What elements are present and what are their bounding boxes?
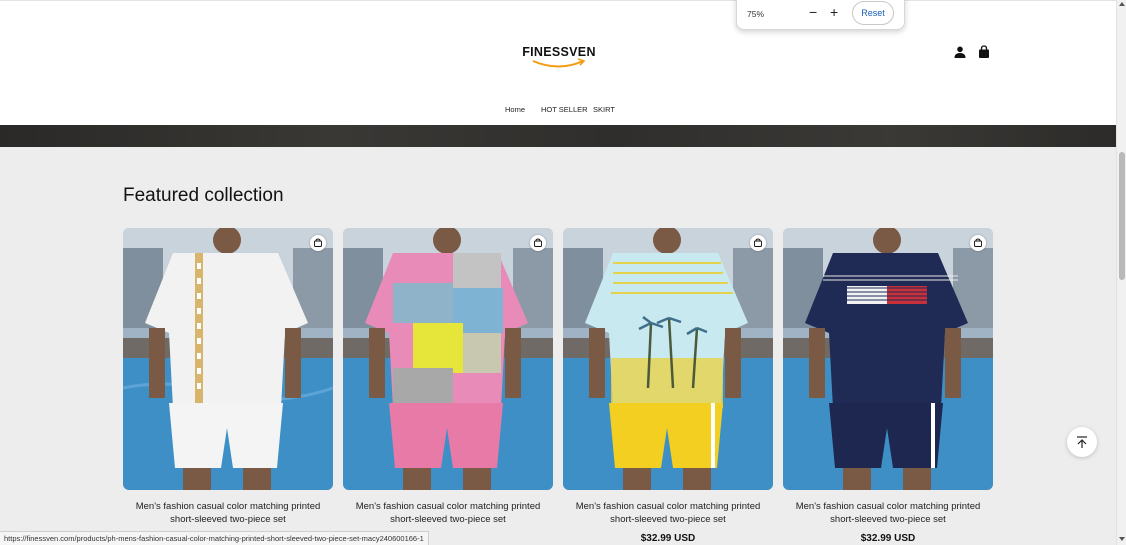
nav-item-skirt[interactable]: SKIRT [593, 105, 615, 114]
product-image[interactable] [123, 228, 333, 490]
shopping-bag-icon [974, 238, 982, 247]
zoom-popup: 75% − + Reset [736, 0, 905, 30]
link-status-bar: https://finessven.com/products/ph-mens-f… [0, 531, 429, 545]
nav-item-home[interactable]: Home [505, 105, 525, 114]
product-title[interactable]: Men's fashion casual color matching prin… [123, 500, 333, 526]
page-scrollbar[interactable] [1116, 0, 1126, 545]
site-header: FINESSVEN Home HOT SELLER SKIRT [0, 0, 1116, 125]
quick-add-button[interactable] [970, 235, 986, 251]
nav-item-hot-seller[interactable]: HOT SELLER [541, 105, 588, 114]
product-image[interactable] [563, 228, 773, 490]
back-to-top-button[interactable] [1067, 427, 1097, 457]
shopping-bag-icon [534, 238, 542, 247]
product-image[interactable] [343, 228, 553, 490]
brand-logo[interactable]: FINESSVEN [521, 45, 597, 71]
quick-add-button[interactable] [310, 235, 326, 251]
arrow-up-icon [1077, 436, 1087, 448]
product-title[interactable]: Men's fashion casual color matching prin… [343, 500, 553, 526]
scroll-up-arrow-icon[interactable] [1119, 2, 1125, 6]
shopping-bag-icon [754, 238, 762, 247]
quick-add-button[interactable] [750, 235, 766, 251]
product-title[interactable]: Men's fashion casual color matching prin… [783, 500, 993, 526]
hero-banner-strip [0, 125, 1116, 147]
cart-bag-icon[interactable] [977, 45, 991, 59]
account-icon[interactable] [953, 45, 967, 59]
section-title: Featured collection [123, 185, 284, 206]
shopping-bag-icon [314, 238, 322, 247]
zoom-reset-button[interactable]: Reset [852, 1, 894, 25]
product-price: $32.99 USD [640, 533, 696, 544]
brand-logo-text: FINESSVEN [522, 45, 596, 59]
quick-add-button[interactable] [530, 235, 546, 251]
smile-arrow-icon [532, 58, 586, 68]
zoom-level: 75% [747, 9, 765, 19]
scroll-thumb[interactable] [1119, 152, 1125, 280]
product-price: $32.99 USD [860, 533, 916, 544]
scroll-down-arrow-icon[interactable] [1119, 537, 1125, 541]
zoom-in-button[interactable]: + [830, 4, 838, 20]
zoom-out-button[interactable]: − [809, 4, 817, 20]
product-image[interactable] [783, 228, 993, 490]
product-title[interactable]: Men's fashion casual color matching prin… [563, 500, 773, 526]
